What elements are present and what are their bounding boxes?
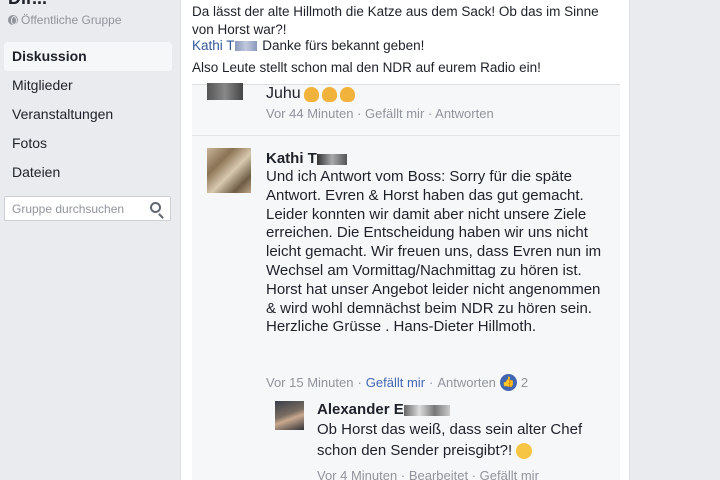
comment-time[interactable]: Vor 4 Minuten — [317, 468, 397, 480]
mention-link[interactable]: Kathi T — [192, 38, 259, 53]
mention-suffix: Danke fürs bekannt geben! — [262, 38, 425, 53]
group-title[interactable]: Dir... — [8, 0, 47, 9]
like-link[interactable]: Gefällt mir — [365, 106, 424, 121]
nav-item-mitglieder[interactable]: Mitglieder — [4, 71, 172, 100]
reply-link[interactable]: Antworten — [435, 106, 494, 121]
cold-sweat-emoji-icon — [516, 443, 533, 460]
comment-time[interactable]: Vor 15 Minuten — [266, 375, 353, 390]
nav-item-diskussion[interactable]: Diskussion — [4, 42, 172, 71]
thumbs-up-icon[interactable]: 👍 — [499, 374, 517, 391]
nav-item-fotos[interactable]: Fotos — [4, 129, 172, 158]
avatar[interactable] — [207, 148, 251, 193]
group-privacy: Öffentliche Gruppe — [8, 13, 122, 27]
comment-divider — [192, 135, 620, 136]
post-mention-line: Kathi T Danke fürs bekannt geben! — [192, 37, 424, 55]
edited-label[interactable]: Bearbeitet — [409, 468, 468, 480]
like-link[interactable]: Gefällt mir — [480, 468, 539, 480]
like-link[interactable]: Gefällt mir — [366, 375, 425, 390]
blurred-name — [403, 404, 450, 416]
post-line-radio: Also Leute stellt schon mal den NDR auf … — [192, 60, 541, 75]
group-sidebar: Dir... Öffentliche Gruppe Diskussion Mit… — [0, 0, 178, 480]
post-card: Da lässt der alte Hillmoth die Katze aus… — [180, 0, 630, 480]
blurred-name — [234, 41, 257, 52]
comment-meta: Vor 44 Minuten · Gefällt mir · Antworten — [266, 106, 494, 121]
avatar[interactable] — [207, 83, 243, 100]
comments-section: Juhu Vor 44 Minuten · Gefällt mir · Antw… — [192, 83, 620, 480]
commenter-name[interactable]: Kathi T — [266, 150, 347, 167]
comment-text: Juhu — [266, 85, 355, 103]
group-nav: Diskussion Mitglieder Veranstaltungen Fo… — [4, 42, 172, 187]
nav-item-veranstaltungen[interactable]: Veranstaltungen — [4, 100, 172, 129]
comment-meta: Vor 15 Minuten · Gefällt mir · Antworten… — [266, 374, 529, 391]
nav-item-dateien[interactable]: Dateien — [4, 158, 172, 187]
avatar[interactable] — [275, 401, 304, 430]
comment-body: Und ich Antwort vom Boss: Sorry für die … — [266, 168, 602, 336]
group-type-label: Öffentliche Gruppe — [21, 13, 122, 27]
like-count[interactable]: 2 — [521, 375, 528, 390]
clapping-hands-icon — [303, 86, 319, 102]
globe-icon — [8, 15, 18, 25]
search-placeholder: Gruppe durchsuchen — [12, 202, 125, 216]
reply-link[interactable]: Antworten — [437, 375, 496, 390]
blurred-name — [316, 153, 347, 165]
comment-body: Ob Horst das weiß, dass sein alter Chef … — [317, 421, 583, 460]
clapping-hands-icon — [339, 86, 355, 102]
clapping-hands-icon — [321, 86, 337, 102]
comment-time[interactable]: Vor 44 Minuten — [266, 106, 353, 121]
comment-meta: Vor 4 Minuten · Bearbeitet · Gefällt mir — [317, 468, 539, 480]
post-text: Da lässt der alte Hillmoth die Katze aus… — [192, 4, 599, 37]
commenter-name[interactable]: Alexander E — [317, 401, 450, 418]
search-icon[interactable] — [150, 202, 161, 213]
group-search-input[interactable]: Gruppe durchsuchen — [4, 196, 171, 221]
